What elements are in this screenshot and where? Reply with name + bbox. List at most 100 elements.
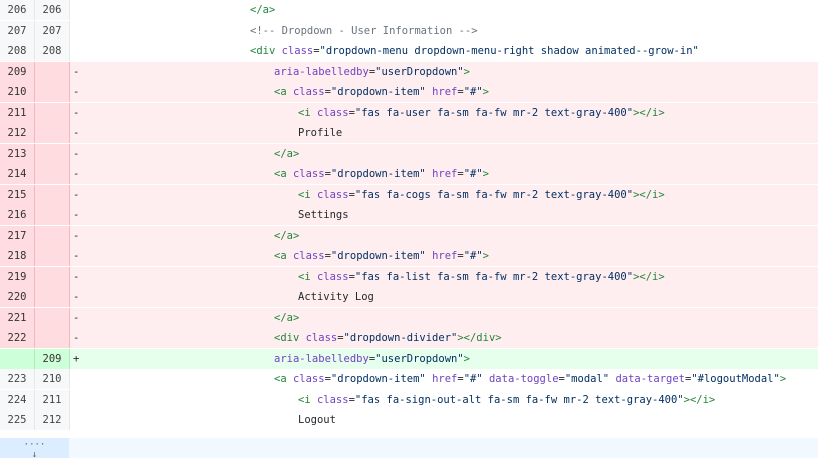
code-token-str: "userDropdown": [375, 352, 464, 365]
code-line: <a class="dropdown-item" href="#">: [274, 164, 489, 184]
gutter-divider: [69, 20, 70, 41]
expand-hunk-bar: [69, 438, 818, 458]
gutter-divider: [69, 369, 70, 389]
new-line-number[interactable]: [35, 102, 69, 123]
old-line-number[interactable]: 213: [0, 143, 34, 164]
diff-marker: -: [73, 332, 80, 344]
code-token-tag: <div: [250, 45, 282, 57]
new-line-number[interactable]: [35, 307, 69, 328]
old-line-number[interactable]: 210: [0, 82, 34, 102]
old-line-number[interactable]: 206: [0, 0, 34, 20]
gutter-divider: [69, 410, 70, 430]
diff-marker: -: [73, 127, 80, 139]
code-token-attr: href: [432, 373, 458, 385]
code-token-str: "fas fa-cogs fa-sm fa-fw mr-2 text-gray-…: [354, 188, 634, 201]
diff-marker: -: [73, 188, 80, 201]
code-token-str: "modal": [564, 373, 610, 385]
code-line: <!-- Dropdown - User Information -->: [250, 21, 478, 41]
old-line-number[interactable]: 208: [0, 41, 34, 61]
deleted-line: 220 - Activity Log: [0, 287, 818, 307]
code-token-attr: class: [292, 250, 325, 262]
diff-marker: -: [73, 229, 80, 242]
code-token-tag: </a>: [250, 4, 276, 16]
old-line-number[interactable]: 221: [0, 307, 34, 328]
old-line-number[interactable]: 207: [0, 20, 34, 41]
old-line-number[interactable]: 216: [0, 205, 34, 225]
code-token-str: "dropdown-item": [330, 86, 426, 98]
new-line-number[interactable]: 212: [35, 410, 69, 430]
code-token-attr: href: [432, 86, 458, 98]
new-line-number[interactable]: [35, 184, 69, 205]
code-line: </a>: [250, 0, 275, 20]
code-token-tag: <div: [274, 332, 306, 344]
old-line-number[interactable]: 220: [0, 287, 34, 307]
code-token-attr: data-target: [615, 373, 685, 385]
code-token-tag: <a: [274, 86, 293, 98]
deleted-line: 209 - aria-labelledby="userDropdown">: [0, 61, 818, 82]
code-token-tag: >: [482, 250, 489, 262]
gutter-divider: [69, 246, 70, 266]
gutter-divider: [69, 307, 70, 328]
code-token-attr: class: [316, 270, 349, 283]
new-line-number[interactable]: [35, 246, 69, 266]
code-line: <a class="dropdown-item" href="#">: [274, 246, 489, 266]
expand-lines-button[interactable]: ···· ↓: [0, 438, 69, 460]
old-line-number[interactable]: 223: [0, 369, 34, 389]
diff-marker: -: [73, 168, 80, 180]
old-line-number[interactable]: 218: [0, 246, 34, 266]
new-line-number[interactable]: [35, 225, 69, 246]
deleted-line: 221 - </a>: [0, 307, 818, 328]
new-line-number[interactable]: [35, 205, 69, 225]
deleted-line: 213 - </a>: [0, 143, 818, 164]
diff-marker: -: [73, 270, 80, 283]
code-token-tag: <a: [274, 373, 293, 385]
new-line-number[interactable]: [35, 143, 69, 164]
new-line-number[interactable]: 211: [35, 389, 69, 410]
code-line: Settings: [298, 205, 349, 225]
code-token-str: "#": [463, 168, 483, 180]
code-token-attr: class: [316, 106, 349, 119]
old-line-number[interactable]: 222: [0, 328, 34, 348]
code-token-tag: </a>: [274, 311, 300, 324]
old-line-number[interactable]: 214: [0, 164, 34, 184]
old-line-number[interactable]: 215: [0, 184, 34, 205]
new-line-number[interactable]: 209: [35, 348, 69, 369]
context-line: 208 208 <div class="dropdown-menu dropdown…: [0, 41, 818, 61]
old-line-number[interactable]: 211: [0, 102, 34, 123]
new-line-number[interactable]: 208: [35, 41, 69, 61]
code-token-cmt: <!-- Dropdown - User Information -->: [250, 24, 478, 37]
context-line: 223 210 <a class="dropdown-item" href="#" …: [0, 369, 818, 389]
new-line-number[interactable]: [35, 328, 69, 348]
old-line-number[interactable]: 209: [0, 61, 34, 82]
new-line-number[interactable]: 210: [35, 369, 69, 389]
new-line-number[interactable]: [35, 123, 69, 143]
old-line-number[interactable]: 225: [0, 410, 34, 430]
code-token-tag: >: [779, 373, 787, 385]
new-line-number[interactable]: [35, 61, 69, 82]
code-token-tag: >: [463, 352, 470, 365]
code-token-str: "fas fa-list fa-sm fa-fw mr-2 text-gray-…: [354, 270, 634, 283]
old-line-number[interactable]: 219: [0, 266, 34, 287]
diff-marker: +: [73, 352, 80, 365]
code-token-txt: Logout: [298, 414, 336, 426]
old-line-number[interactable]: 217: [0, 225, 34, 246]
new-line-number[interactable]: [35, 266, 69, 287]
code-token-tag: <i: [298, 188, 317, 201]
code-token-tag: >: [482, 168, 489, 180]
code-line: aria-labelledby="userDropdown">: [274, 62, 470, 82]
new-line-number[interactable]: [35, 287, 69, 307]
old-line-number[interactable]: [0, 348, 34, 369]
code-token-attr: class: [316, 188, 349, 201]
deleted-line: 222 - <div class="dropdown-divider"></div>: [0, 328, 818, 348]
new-line-number[interactable]: [35, 82, 69, 102]
new-line-number[interactable]: [35, 164, 69, 184]
context-line: 207 207 <!-- Dropdown - User Information -…: [0, 20, 818, 41]
gutter-divider: [69, 102, 70, 123]
new-line-number[interactable]: 206: [35, 0, 69, 20]
code-token-tag: ></i>: [633, 106, 665, 119]
old-line-number[interactable]: 224: [0, 389, 34, 410]
old-line-number[interactable]: 212: [0, 123, 34, 143]
code-token-tag: <a: [274, 168, 293, 180]
code-token-str: "dropdown-item": [330, 168, 426, 180]
new-line-number[interactable]: 207: [35, 20, 69, 41]
